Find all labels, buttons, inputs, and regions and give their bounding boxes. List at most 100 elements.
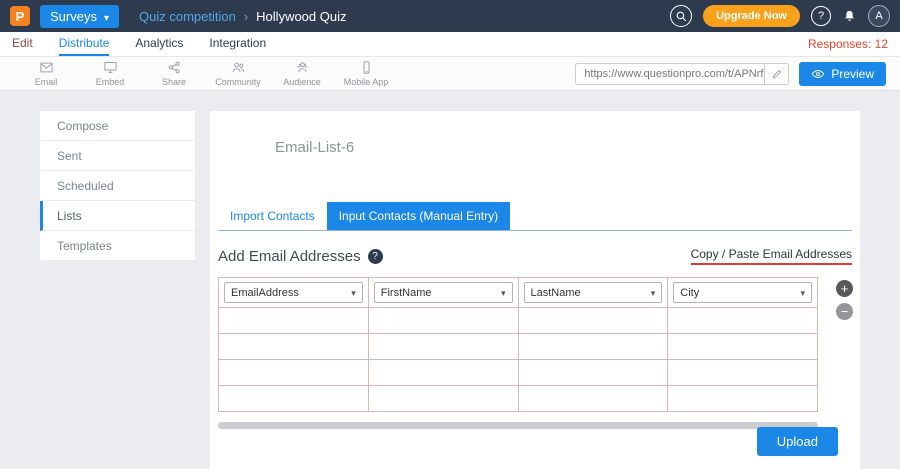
- survey-url-box: https://www.questionpro.com/t/APNrfZ: [575, 63, 789, 85]
- eye-icon: [811, 67, 825, 81]
- upload-button[interactable]: Upload: [757, 427, 838, 456]
- chevron-down-icon: [800, 287, 805, 299]
- table-header-row: EmailAddress FirstName: [219, 278, 818, 308]
- table-cell[interactable]: [668, 386, 818, 412]
- column-select-value: FirstName: [381, 287, 432, 299]
- tab-distribute[interactable]: Distribute: [59, 32, 110, 56]
- toolbar-item-label: Community: [215, 77, 261, 87]
- column-header-cell: City: [668, 278, 818, 308]
- toolbar-item-share[interactable]: Share: [142, 60, 206, 87]
- toolbar-item-label: Share: [162, 77, 186, 87]
- table-cell[interactable]: [219, 308, 369, 334]
- table-row: [219, 360, 818, 386]
- community-people-icon: [231, 60, 246, 77]
- responses-count[interactable]: Responses: 12: [808, 32, 888, 56]
- surveys-dropdown-label: Surveys: [50, 9, 97, 24]
- horizontal-scrollbar[interactable]: [218, 422, 818, 429]
- edit-url-pencil-icon[interactable]: [764, 63, 788, 85]
- remove-column-button[interactable]: −: [836, 303, 853, 320]
- upgrade-now-button[interactable]: Upgrade Now: [703, 5, 800, 27]
- preview-button-label: Preview: [831, 67, 874, 81]
- search-icon[interactable]: [670, 5, 692, 27]
- toolbar-item-email[interactable]: Email: [14, 60, 78, 87]
- toolbar-item-embed[interactable]: Embed: [78, 60, 142, 87]
- tab-integration[interactable]: Integration: [209, 32, 266, 56]
- surveys-dropdown[interactable]: Surveys: [40, 5, 119, 28]
- column-header-cell: FirstName: [368, 278, 518, 308]
- table-cell[interactable]: [518, 308, 668, 334]
- embed-monitor-icon: [103, 60, 118, 77]
- table-cell[interactable]: [219, 334, 369, 360]
- table-cell[interactable]: [219, 360, 369, 386]
- table-cell[interactable]: [368, 386, 518, 412]
- breadcrumb-current: Hollywood Quiz: [256, 9, 346, 24]
- chevron-down-icon: [351, 287, 356, 299]
- sidebar-item-scheduled[interactable]: Scheduled: [40, 171, 195, 201]
- tab-edit[interactable]: Edit: [12, 32, 33, 56]
- tab-input-contacts-manual[interactable]: Input Contacts (Manual Entry): [327, 202, 510, 230]
- email-table: EmailAddress FirstName: [218, 277, 818, 412]
- section-title: Add Email Addresses: [218, 248, 361, 265]
- column-select-lastname[interactable]: LastName: [524, 282, 663, 303]
- mobile-phone-icon: [359, 60, 374, 77]
- column-select-emailaddress[interactable]: EmailAddress: [224, 282, 363, 303]
- toolbar-item-mobile-app[interactable]: Mobile App: [334, 60, 398, 87]
- table-cell[interactable]: [668, 308, 818, 334]
- contacts-tab-bar: Import Contacts Input Contacts (Manual E…: [218, 202, 852, 231]
- sidebar-item-compose[interactable]: Compose: [40, 111, 195, 141]
- notifications-bell-icon[interactable]: [842, 9, 857, 24]
- breadcrumb-separator: ›: [244, 9, 248, 24]
- column-select-value: LastName: [531, 287, 581, 299]
- toolbar-item-label: Audience: [283, 77, 321, 87]
- table-row: [219, 334, 818, 360]
- user-avatar[interactable]: A: [868, 5, 890, 27]
- share-nodes-icon: [167, 60, 182, 77]
- email-table-zone: EmailAddress FirstName: [218, 277, 818, 429]
- table-cell[interactable]: [668, 360, 818, 386]
- row-buttons: + −: [836, 280, 853, 320]
- topbar-actions: Upgrade Now ? A: [670, 5, 890, 27]
- table-cell[interactable]: [518, 386, 668, 412]
- table-cell[interactable]: [518, 334, 668, 360]
- tab-import-contacts[interactable]: Import Contacts: [218, 202, 327, 230]
- toolbar-item-audience[interactable]: Audience: [270, 60, 334, 87]
- tab-analytics[interactable]: Analytics: [135, 32, 183, 56]
- add-emails-header-row: Add Email Addresses ? Copy / Paste Email…: [218, 247, 852, 265]
- survey-url-input[interactable]: https://www.questionpro.com/t/APNrfZ: [576, 68, 764, 80]
- audience-people-icon: [295, 60, 310, 77]
- main-area: Compose Sent Scheduled Lists Templates E…: [0, 91, 900, 469]
- column-select-city[interactable]: City: [673, 282, 812, 303]
- help-icon[interactable]: ?: [811, 6, 831, 26]
- page-title: Email-List-6: [275, 139, 860, 156]
- sidebar-item-lists[interactable]: Lists: [40, 201, 195, 231]
- table-row: [219, 386, 818, 412]
- column-select-firstname[interactable]: FirstName: [374, 282, 513, 303]
- email-table-body: [219, 308, 818, 412]
- column-select-value: EmailAddress: [231, 287, 299, 299]
- table-cell[interactable]: [668, 334, 818, 360]
- table-cell[interactable]: [368, 334, 518, 360]
- table-cell[interactable]: [368, 308, 518, 334]
- sidebar-item-sent[interactable]: Sent: [40, 141, 195, 171]
- table-cell[interactable]: [518, 360, 668, 386]
- toolbar-item-label: Embed: [96, 77, 125, 87]
- email-envelope-icon: [39, 60, 54, 77]
- column-header-cell: LastName: [518, 278, 668, 308]
- copy-paste-emails-link[interactable]: Copy / Paste Email Addresses: [691, 247, 852, 265]
- toolbar-item-label: Email: [35, 77, 58, 87]
- add-column-button[interactable]: +: [836, 280, 853, 297]
- table-cell[interactable]: [368, 360, 518, 386]
- toolbar-item-community[interactable]: Community: [206, 60, 270, 87]
- section-help-icon[interactable]: ?: [368, 249, 383, 264]
- column-header-cell: EmailAddress: [219, 278, 369, 308]
- breadcrumb-parent-link[interactable]: Quiz competition: [139, 9, 236, 24]
- list-detail-card: Email-List-6 Import Contacts Input Conta…: [210, 111, 860, 469]
- questionpro-logo: P: [10, 6, 30, 26]
- distribute-toolbar: Email Embed Share Community Audience Mob…: [0, 57, 900, 91]
- preview-button[interactable]: Preview: [799, 62, 886, 86]
- top-bar: P Surveys Quiz competition › Hollywood Q…: [0, 0, 900, 32]
- table-cell[interactable]: [219, 386, 369, 412]
- sidebar-item-templates[interactable]: Templates: [40, 231, 195, 261]
- breadcrumb: Quiz competition › Hollywood Quiz: [139, 9, 347, 24]
- chevron-down-icon: [104, 9, 109, 24]
